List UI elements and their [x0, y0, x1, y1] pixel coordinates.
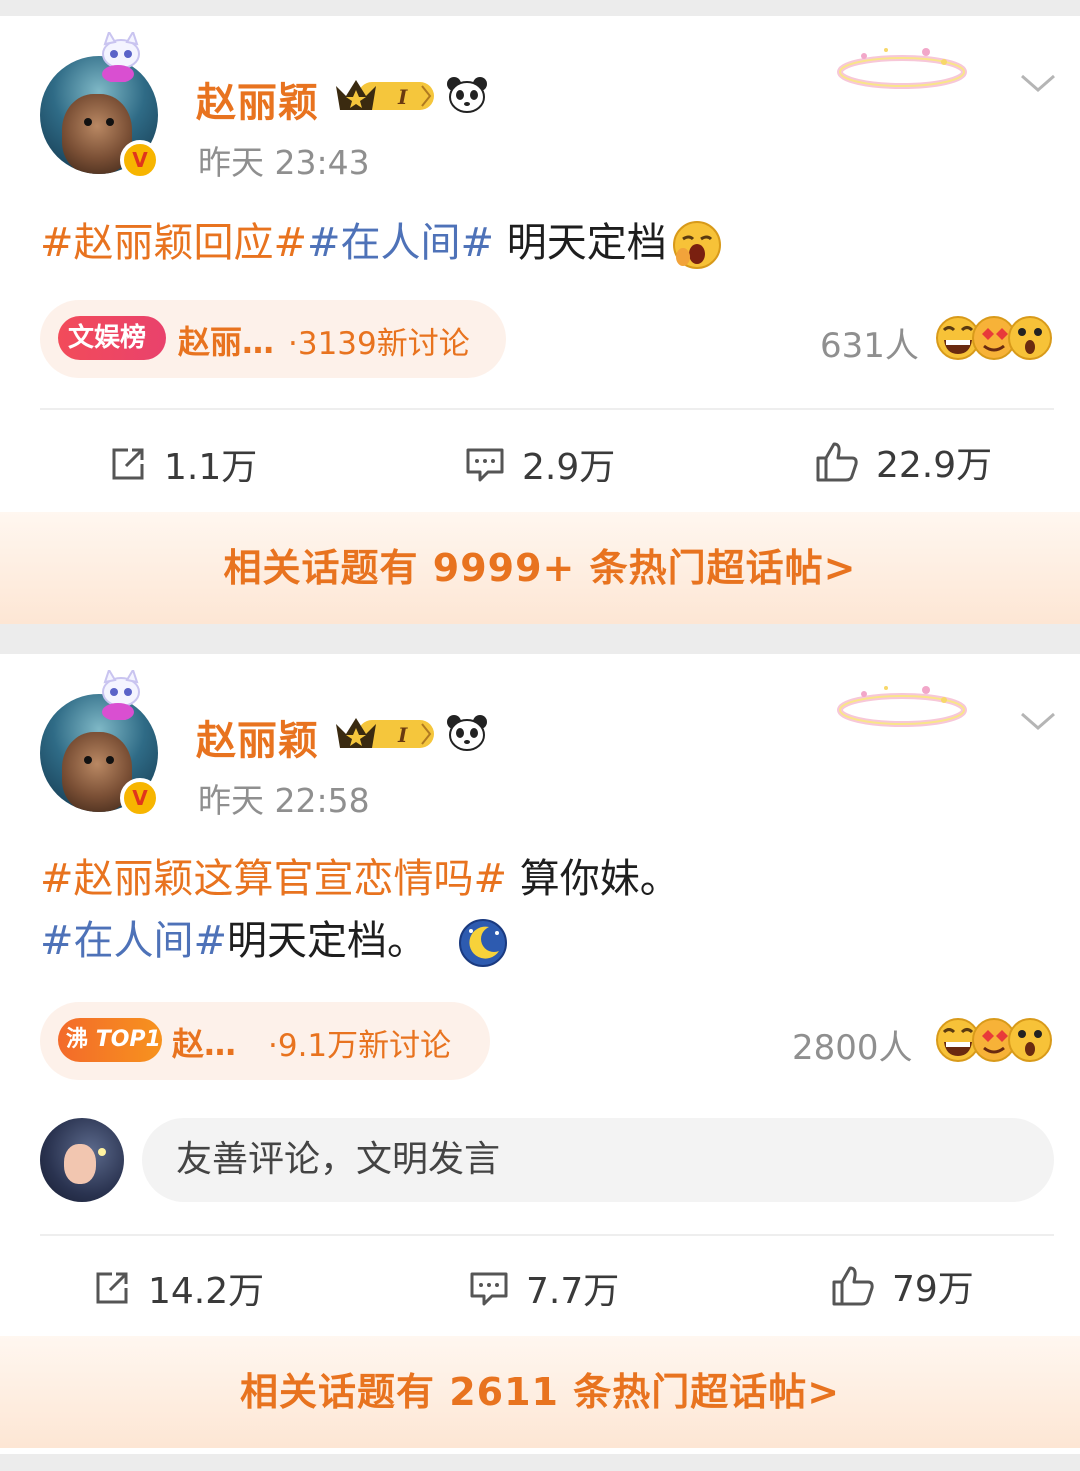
- topic-name: 赵丽…: [178, 323, 275, 361]
- hot-super-topic-banner[interactable]: 相关话题有 9999+ 条热门超话帖>: [0, 512, 1080, 624]
- post-text: 明天定档: [494, 220, 667, 266]
- divider: [40, 1234, 1054, 1236]
- divider: [40, 408, 1054, 410]
- comment-button[interactable]: 7.7万: [468, 1262, 619, 1314]
- reaction-emojis-icon[interactable]: [934, 314, 1054, 362]
- repost-icon: [96, 1272, 128, 1304]
- topic-card[interactable]: 文娱榜 赵丽… ·3139新讨论: [40, 300, 506, 378]
- like-count: 22.9万: [876, 445, 993, 486]
- repost-count: 14.2万: [148, 1271, 265, 1312]
- post-time: 昨天 22:58: [198, 781, 370, 820]
- post-content-line-1: #赵丽颖回应##在人间# 明天定档: [40, 210, 723, 271]
- post-text: 明天定档。: [227, 918, 428, 964]
- post-time: 昨天 23:43: [198, 143, 370, 182]
- topic-link[interactable]: #赵丽颖回应#: [40, 220, 307, 266]
- topic-card[interactable]: 沸 TOP1 赵… ·9.1万新讨论: [40, 1002, 490, 1080]
- post-content-line-1: #赵丽颖这算官宣恋情吗# 算你妹。: [40, 846, 680, 904]
- repost-count: 1.1万: [164, 447, 258, 488]
- crown-level-badge-icon: I: [336, 80, 434, 110]
- ranking-label: 文娱榜: [58, 316, 166, 360]
- discussion-count: ·3139新讨论: [288, 326, 470, 362]
- like-button[interactable]: 79万: [830, 1260, 974, 1312]
- comment-count: 7.7万: [526, 1271, 620, 1312]
- avatar-cat-deco-icon: [102, 670, 140, 720]
- post-content-line-2: #在人间#明天定档。: [40, 908, 509, 969]
- like-button[interactable]: 22.9万: [814, 436, 992, 488]
- crown-level-badge-icon: I: [336, 718, 434, 748]
- comment-icon: [470, 1272, 508, 1306]
- chevron-down-icon[interactable]: [1018, 706, 1058, 736]
- repost-icon: [112, 448, 144, 480]
- weibo-post: V 赵丽颖 I 昨天 22:58 #赵丽颖这算官宣恋情吗# 算你妹。 #在人间#…: [0, 654, 1080, 1454]
- comment-button[interactable]: 2.9万: [464, 438, 615, 490]
- sparkle-ring-decoration-icon: [837, 686, 967, 727]
- comment-input[interactable]: 友善评论，文明发言: [142, 1118, 1054, 1202]
- reaction-people-count: 2800人: [792, 1028, 913, 1068]
- like-count: 79万: [892, 1269, 974, 1310]
- avatar-cat-deco-icon: [102, 32, 140, 82]
- moon-emoji-icon: [459, 919, 508, 967]
- panda-icon: [447, 715, 487, 751]
- comment-icon: [466, 448, 504, 482]
- hot-super-topic-banner[interactable]: 相关话题有 2611 条热门超话帖>: [0, 1336, 1080, 1448]
- verified-v-badge: V: [120, 778, 160, 818]
- repost-button[interactable]: 1.1万: [108, 438, 257, 490]
- topic-link[interactable]: #在人间#: [40, 918, 227, 964]
- like-icon: [832, 1266, 874, 1306]
- repost-button[interactable]: 14.2万: [92, 1262, 264, 1314]
- topic-name: 赵…: [172, 1025, 237, 1063]
- level-text: I: [397, 723, 408, 747]
- current-user-avatar[interactable]: [40, 1118, 124, 1202]
- weibo-post: V 赵丽颖 I 昨天 23:43 #赵丽颖回应##在人间# 明天定档 文娱榜 赵: [0, 16, 1080, 624]
- topic-link[interactable]: #赵丽颖这算官宣恋情吗#: [40, 856, 507, 902]
- panda-icon: [447, 77, 487, 113]
- surprise-emoji-icon: [1008, 316, 1052, 360]
- author-name[interactable]: 赵丽颖: [196, 708, 319, 766]
- discussion-count: ·9.1万新讨论: [268, 1028, 452, 1064]
- chevron-down-icon[interactable]: [1018, 68, 1058, 98]
- topic-link[interactable]: #在人间#: [307, 220, 494, 266]
- verified-v-badge: V: [120, 140, 160, 180]
- surprise-emoji-icon: [1008, 1018, 1052, 1062]
- comment-count: 2.9万: [522, 447, 616, 488]
- sparkle-ring-decoration-icon: [837, 48, 967, 89]
- like-icon: [816, 442, 858, 482]
- yawn-emoji-icon: [672, 221, 721, 269]
- post-text: 算你妹。: [507, 856, 680, 902]
- hot-label: 沸: [66, 1027, 89, 1052]
- rank-label: TOP1: [95, 1027, 161, 1052]
- reaction-emojis-icon[interactable]: [934, 1016, 1054, 1064]
- reaction-people-count: 631人: [820, 326, 919, 366]
- ranking-label: 沸 TOP1: [58, 1018, 162, 1062]
- level-text: I: [397, 85, 408, 109]
- author-name[interactable]: 赵丽颖: [196, 70, 319, 128]
